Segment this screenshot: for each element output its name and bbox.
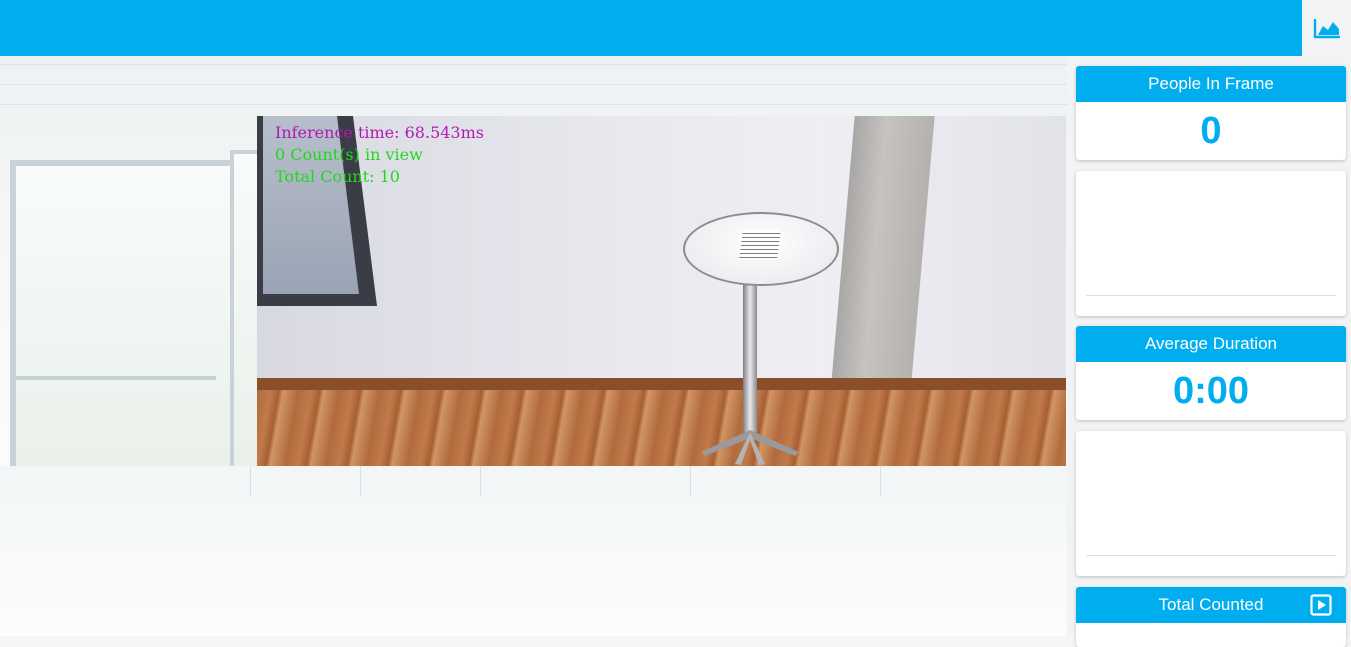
in-view-count-text: 0 Count(s) in view — [275, 145, 423, 164]
floor-line — [250, 466, 251, 496]
play-icon[interactable] — [1310, 594, 1332, 616]
table-stem — [743, 284, 757, 432]
total-counted-title: Total Counted — [1158, 595, 1264, 614]
people-in-frame-value: 0 — [1200, 109, 1222, 152]
inference-time-text: Inference time: 68.543ms — [275, 123, 484, 142]
video-floor — [257, 390, 1066, 466]
stats-sidebar: People In Frame 0 Average Duration 0:00 … — [1067, 56, 1351, 647]
background-railing — [16, 376, 216, 380]
average-duration-card: Average Duration 0:00 — [1076, 326, 1346, 420]
stats-toggle-button[interactable] — [1302, 0, 1351, 56]
video-feed: Inference time: 68.543ms 0 Count(s) in v… — [257, 116, 1066, 466]
ceiling-line — [0, 64, 1067, 65]
video-baseboard — [257, 378, 1066, 390]
floor-line — [360, 466, 361, 496]
total-count-text: Total Count: 10 — [275, 167, 400, 186]
average-duration-title: Average Duration — [1076, 326, 1346, 362]
background-scene: Inference time: 68.543ms 0 Count(s) in v… — [0, 56, 1067, 636]
chart-axis-line — [1086, 555, 1336, 556]
ceiling-line — [0, 84, 1067, 85]
background-floor — [0, 466, 1067, 636]
average-duration-chart — [1076, 431, 1346, 576]
total-counted-card: Total Counted — [1076, 587, 1346, 647]
chart-axis-line — [1086, 295, 1336, 296]
people-in-frame-card: People In Frame 0 — [1076, 66, 1346, 160]
average-duration-value: 0:00 — [1172, 369, 1250, 412]
table-paper — [738, 230, 782, 260]
top-bar — [0, 0, 1351, 56]
floor-line — [480, 466, 481, 496]
floor-line — [690, 466, 691, 496]
people-in-frame-chart — [1076, 171, 1346, 316]
area-chart-icon — [1313, 19, 1340, 39]
total-counted-header: Total Counted — [1076, 587, 1346, 623]
floor-line — [880, 466, 881, 496]
ceiling-line — [0, 104, 1067, 105]
table-base — [701, 430, 799, 465]
people-in-frame-title: People In Frame — [1076, 66, 1346, 102]
background-window — [10, 160, 237, 502]
